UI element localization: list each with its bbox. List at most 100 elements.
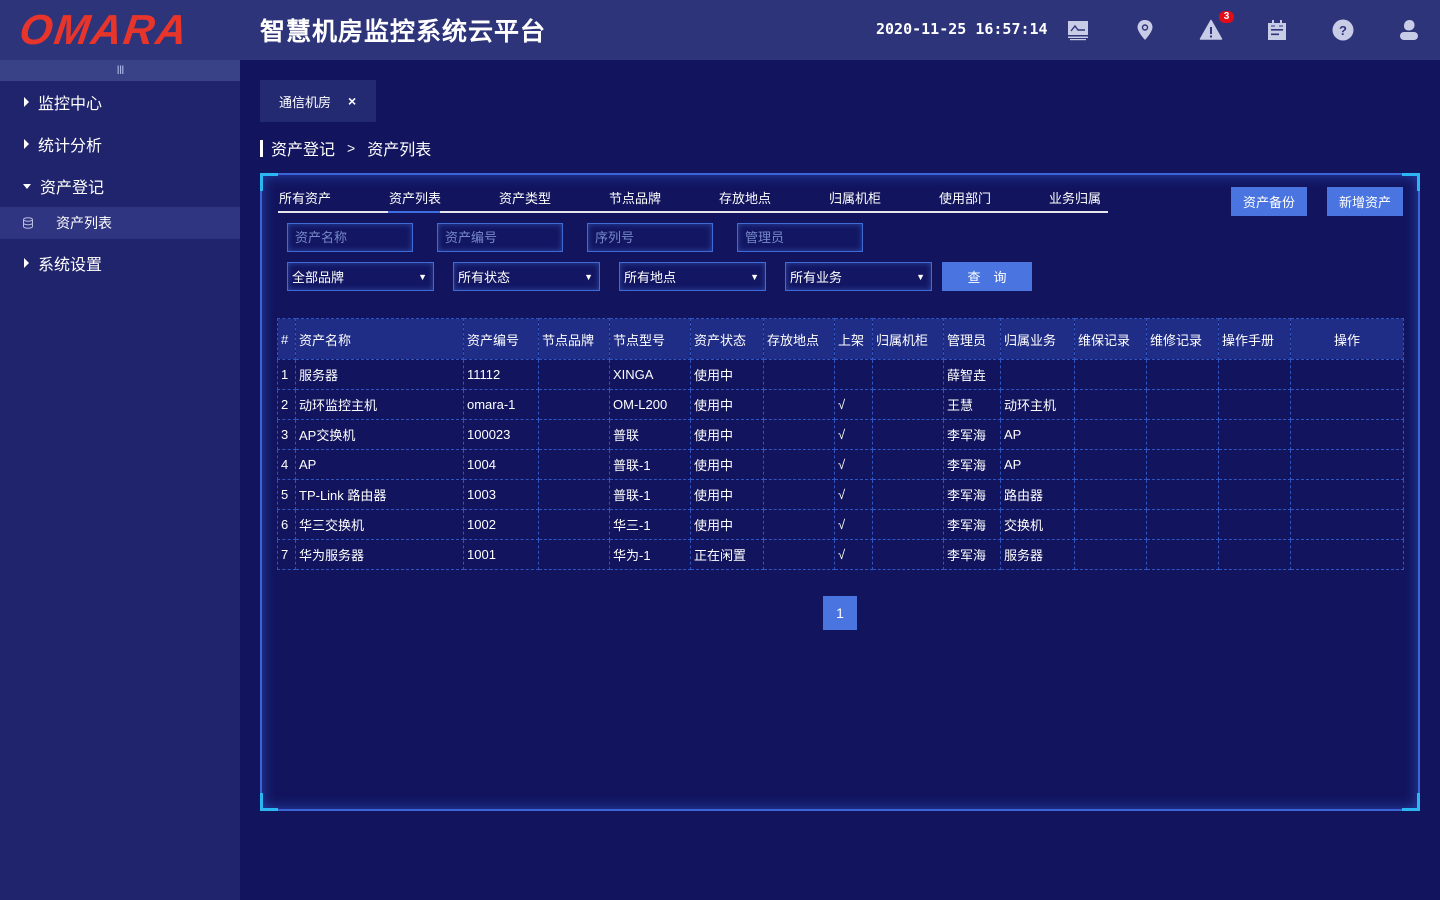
caret-down-icon — [23, 183, 31, 189]
corner-decoration — [1402, 793, 1420, 811]
table-cell — [763, 359, 835, 390]
table-cell: √ — [834, 419, 873, 450]
table-cell: 普联 — [609, 419, 691, 450]
monitor-button[interactable] — [1065, 16, 1091, 44]
status-select[interactable]: 所有状态 ▼ — [453, 262, 600, 291]
table-cell — [538, 389, 610, 420]
dropdown-arrow-icon: ▼ — [418, 271, 427, 282]
table-cell — [1290, 359, 1404, 390]
table-cell — [872, 419, 944, 450]
table-cell: 1003 — [463, 479, 539, 510]
close-icon[interactable]: × — [348, 93, 356, 109]
table-cell — [1146, 389, 1219, 420]
table-row[interactable]: 6 华三交换机 1002 华三-1 使用中 √ 李军海 交换机 — [277, 509, 1404, 540]
sidebar-item-label: 统计分析 — [38, 138, 103, 155]
alarm-button[interactable]: 3 — [1198, 11, 1234, 44]
table-cell — [1074, 389, 1147, 420]
tab-department[interactable]: 使用部门 — [938, 189, 1048, 211]
table-cell: 华为服务器 — [295, 539, 464, 570]
tab-cabinet[interactable]: 归属机柜 — [828, 189, 938, 211]
table-cell: 11112 — [463, 359, 539, 390]
asset-name-input[interactable] — [287, 223, 413, 252]
tab-storage-location[interactable]: 存放地点 — [718, 189, 828, 211]
table-row[interactable]: 2 动环监控主机 omara-1 OM-L200 使用中 √ 王慧 动环主机 — [277, 389, 1404, 420]
column-header: # — [277, 318, 296, 360]
table-cell: 普联-1 — [609, 479, 691, 510]
tab-asset-list[interactable]: 资产列表 — [388, 189, 498, 213]
table-cell — [1218, 539, 1291, 570]
tab-node-brand[interactable]: 节点品牌 — [608, 189, 718, 211]
table-cell — [538, 539, 610, 570]
table-cell — [1000, 359, 1075, 390]
table-cell — [763, 449, 835, 480]
table-cell: 使用中 — [690, 359, 764, 390]
tab-business[interactable]: 业务归属 — [1048, 189, 1108, 211]
add-asset-button[interactable]: 新增资产 — [1327, 187, 1403, 216]
sidebar-collapse-toggle[interactable]: III — [0, 60, 240, 81]
monitor-icon — [1068, 21, 1088, 41]
brand-select[interactable]: 全部品牌 ▼ — [287, 262, 434, 291]
breadcrumb-separator: > — [347, 140, 356, 156]
table-cell: √ — [834, 539, 873, 570]
breadcrumb-parent[interactable]: 资产登记 — [271, 136, 335, 160]
table-row[interactable]: 5 TP-Link 路由器 1003 普联-1 使用中 √ 李军海 路由器 — [277, 479, 1404, 510]
table-cell — [1218, 479, 1291, 510]
table-header-row: # 资产名称 资产编号 节点品牌 节点型号 资产状态 存放地点 上架 归属机柜 管理员 归属业务 维保… — [277, 318, 1404, 360]
table-cell: 路由器 — [1000, 479, 1075, 510]
sidebar-item-system-settings[interactable]: 系统设置 — [0, 242, 240, 284]
administrator-input[interactable] — [737, 223, 863, 252]
table-cell: 王慧 — [943, 389, 1001, 420]
tab-asset-type[interactable]: 资产类型 — [498, 189, 608, 211]
table-cell — [1146, 419, 1219, 450]
sidebar-subitem-asset-list[interactable]: 资产列表 — [0, 207, 240, 239]
database-icon — [23, 217, 33, 229]
business-select[interactable]: 所有业务 ▼ — [785, 262, 932, 291]
alarm-count-badge: 3 — [1219, 11, 1234, 23]
table-cell: 薛智垚 — [943, 359, 1001, 390]
table-cell — [872, 449, 944, 480]
table-row[interactable]: 3 AP交换机 100023 普联 使用中 √ 李军海 AP — [277, 419, 1404, 450]
table-row[interactable]: 1 服务器 11112 XINGA 使用中 薛智垚 — [277, 359, 1404, 390]
table-cell: √ — [834, 509, 873, 540]
location-button[interactable] — [1132, 16, 1158, 44]
serial-number-input[interactable] — [587, 223, 713, 252]
open-page-tab[interactable]: 通信机房 × — [260, 80, 376, 122]
table-cell — [1074, 359, 1147, 390]
table-cell: 1002 — [463, 509, 539, 540]
dropdown-arrow-icon: ▼ — [750, 271, 759, 282]
tab-all-assets[interactable]: 所有资产 — [278, 189, 388, 211]
query-button[interactable]: 查 询 — [942, 262, 1032, 291]
table-row[interactable]: 7 华为服务器 1001 华为-1 正在闲置 √ 李军海 服务器 — [277, 539, 1404, 570]
asset-backup-button[interactable]: 资产备份 — [1231, 187, 1307, 216]
help-button[interactable]: ? — [1330, 16, 1356, 44]
table-cell: 5 — [277, 479, 296, 510]
column-header: 归属机柜 — [872, 318, 944, 360]
breadcrumb-current: 资产列表 — [367, 142, 432, 159]
location-select[interactable]: 所有地点 ▼ — [619, 262, 766, 291]
table-row[interactable]: 4 AP 1004 普联-1 使用中 √ 李军海 AP — [277, 449, 1404, 480]
calendar-icon — [1268, 20, 1286, 40]
column-header: 存放地点 — [763, 318, 835, 360]
table-cell: 动环主机 — [1000, 389, 1075, 420]
table-cell — [1074, 479, 1147, 510]
sidebar-item-asset-registration[interactable]: 资产登记 — [0, 165, 240, 207]
calendar-button[interactable] — [1264, 16, 1290, 44]
table-cell: 4 — [277, 449, 296, 480]
table-cell — [763, 389, 835, 420]
asset-number-input[interactable] — [437, 223, 563, 252]
user-button[interactable] — [1396, 16, 1422, 44]
table-cell: 1 — [277, 359, 296, 390]
table-cell — [538, 479, 610, 510]
table-cell: 正在闲置 — [690, 539, 764, 570]
page-1-button[interactable]: 1 — [823, 596, 857, 630]
table-cell — [872, 389, 944, 420]
column-header: 管理员 — [943, 318, 1001, 360]
sidebar-item-monitor-center[interactable]: 监控中心 — [0, 81, 240, 123]
sidebar-item-label: 系统设置 — [38, 257, 103, 274]
corner-decoration — [260, 173, 278, 191]
user-icon — [1400, 20, 1418, 40]
table-cell: 使用中 — [690, 449, 764, 480]
omara-logo[interactable]: OMARA — [17, 6, 192, 53]
sidebar-item-statistics[interactable]: 统计分析 — [0, 123, 240, 165]
svg-text:?: ? — [1339, 23, 1347, 38]
